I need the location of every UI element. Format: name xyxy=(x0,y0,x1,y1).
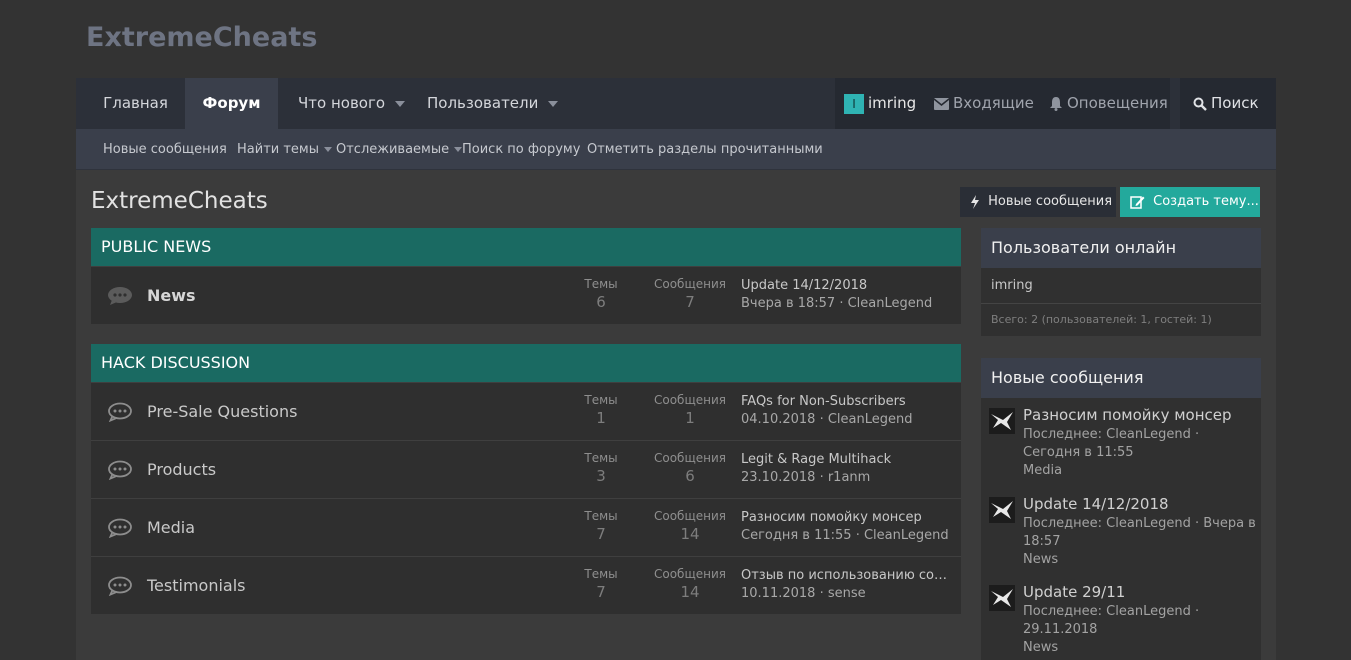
threads-stat: Темы 6 xyxy=(584,277,618,311)
user-area: I imring Входящие Оповещения xyxy=(835,78,1170,129)
create-thread-button[interactable]: Создать тему... xyxy=(1120,187,1260,217)
last-post-title[interactable]: Разносим помойку монсер xyxy=(741,510,956,525)
last-post: FAQs for Non-Subscribers 04.10.2018 · Cle… xyxy=(741,394,956,427)
page-title: ExtremeCheats xyxy=(91,188,268,214)
posts-stat: Сообщения 7 xyxy=(653,277,726,311)
last-post: Отзыв по использованию софт... 10.11.2018… xyxy=(741,568,956,601)
post-meta[interactable]: Последнее: CleanLegend · Вчера в 18:57 xyxy=(1023,515,1259,551)
category-public-news: PUBLIC NEWS News Темы 6 Сообщения 7 Update… xyxy=(91,228,961,324)
chat-bubble-outline-icon xyxy=(108,576,132,596)
chat-bubble-outline-icon xyxy=(108,460,132,480)
search-area: Поиск xyxy=(1180,78,1276,129)
new-posts-block: Новые сообщения Разносим помойку монсер … xyxy=(981,358,1261,660)
last-post: Разносим помойку монсер Сегодня в 11:55 ·… xyxy=(741,510,956,543)
new-posts-button[interactable]: Новые сообщения xyxy=(960,187,1116,217)
last-post: Legit & Rage Multihack 23.10.2018 · r1anm xyxy=(741,452,956,485)
last-post: Update 14/12/2018 Вчера в 18:57 · CleanLe… xyxy=(741,278,956,311)
subnav-find-threads[interactable]: Найти темы xyxy=(237,129,332,170)
envelope-icon xyxy=(934,97,949,110)
last-post-title[interactable]: Отзыв по использованию софт... xyxy=(741,568,956,583)
last-post-meta[interactable]: 23.10.2018 · r1anm xyxy=(741,470,956,485)
forum-row: News Темы 6 Сообщения 7 Update 14/12/2018 В… xyxy=(91,266,961,324)
chevron-down-icon[interactable] xyxy=(454,147,463,152)
posts-stat: Сообщения 1 xyxy=(653,393,726,427)
forum-row: Products Темы 3 Сообщения 6 Legit & Rage M… xyxy=(91,440,961,498)
last-post-meta[interactable]: 10.11.2018 · sense xyxy=(741,586,956,601)
bell-icon xyxy=(1050,97,1062,111)
last-post-meta[interactable]: Вчера в 18:57 · CleanLegend xyxy=(741,296,956,311)
subnav-new-posts[interactable]: Новые сообщения xyxy=(103,129,227,170)
online-users-block: Пользователи онлайн imring Всего: 2 (пол… xyxy=(981,228,1261,336)
last-post-title[interactable]: FAQs for Non-Subscribers xyxy=(741,394,956,409)
chevron-down-icon[interactable] xyxy=(324,147,332,152)
tab-whats-new[interactable]: Что нового xyxy=(298,78,408,129)
site-logo[interactable]: ExtremeCheats xyxy=(86,22,317,53)
forum-title[interactable]: Pre-Sale Questions xyxy=(147,383,297,441)
bolt-icon xyxy=(971,194,979,209)
post-forum[interactable]: News xyxy=(1023,551,1259,569)
threads-stat: Темы 1 xyxy=(584,393,618,427)
threads-stat: Темы 3 xyxy=(584,451,618,485)
post-meta[interactable]: Последнее: CleanLegend · Сегодня в 11:55 xyxy=(1023,426,1259,462)
avatar[interactable] xyxy=(989,497,1015,523)
forum-title[interactable]: News xyxy=(147,267,196,325)
posts-stat: Сообщения 14 xyxy=(653,567,726,601)
tab-members[interactable]: Пользователи xyxy=(427,78,567,129)
post-meta[interactable]: Последнее: CleanLegend · 29.11.2018 xyxy=(1023,603,1259,639)
forum-title[interactable]: Media xyxy=(147,499,195,557)
category-hack-discussion: HACK DISCUSSION Pre-Sale Questions Темы 1… xyxy=(91,344,961,614)
avatar[interactable] xyxy=(989,585,1015,611)
post-forum[interactable]: Media xyxy=(1023,462,1259,480)
top-nav: Главная Форум Что нового Пользователи I … xyxy=(76,78,1276,129)
alerts-link[interactable]: Оповещения xyxy=(1049,78,1168,129)
account-link[interactable]: imring xyxy=(868,78,916,129)
chat-bubble-icon xyxy=(108,287,132,305)
last-post-meta[interactable]: 04.10.2018 · CleanLegend xyxy=(741,412,956,427)
avatar[interactable] xyxy=(989,408,1015,434)
online-users-title[interactable]: Пользователи онлайн xyxy=(981,228,1261,268)
online-total: Всего: 2 (пользователей: 1, гостей: 1) xyxy=(991,313,1212,326)
online-user[interactable]: imring xyxy=(981,268,1261,304)
tab-forum[interactable]: Форум xyxy=(185,78,278,129)
avatar[interactable]: I xyxy=(844,94,864,114)
tab-home[interactable]: Главная xyxy=(86,78,185,129)
forum-row: Testimonials Темы 7 Сообщения 14 Отзыв по … xyxy=(91,556,961,614)
inbox-link[interactable]: Входящие xyxy=(934,78,1034,129)
forum-title[interactable]: Testimonials xyxy=(147,557,246,615)
subnav-watched[interactable]: Отслеживаемые xyxy=(336,129,463,170)
post-title[interactable]: Update 14/12/2018 xyxy=(1023,495,1259,513)
posts-stat: Сообщения 14 xyxy=(653,509,726,543)
forum-row: Pre-Sale Questions Темы 1 Сообщения 1 FAQs… xyxy=(91,382,961,440)
posts-stat: Сообщения 6 xyxy=(653,451,726,485)
last-post-meta[interactable]: Сегодня в 11:55 · CleanLegend xyxy=(741,528,956,543)
post-forum[interactable]: News xyxy=(1023,639,1259,657)
search-link[interactable]: Поиск xyxy=(1193,78,1259,129)
threads-stat: Темы 7 xyxy=(584,509,618,543)
sub-nav: Новые сообщения Найти темы Отслеживаемые… xyxy=(76,129,1276,170)
bird-logo-icon xyxy=(989,408,1015,434)
post-title[interactable]: Update 29/11 xyxy=(1023,583,1259,601)
last-post-title[interactable]: Update 14/12/2018 xyxy=(741,278,956,293)
subnav-mark-read[interactable]: Отметить разделы прочитанными xyxy=(587,129,823,170)
chat-bubble-outline-icon xyxy=(108,402,132,422)
category-title[interactable]: HACK DISCUSSION xyxy=(91,344,961,382)
forum-row: Media Темы 7 Сообщения 14 Разносим помойку… xyxy=(91,498,961,556)
new-posts-title[interactable]: Новые сообщения xyxy=(981,358,1261,398)
chat-bubble-outline-icon xyxy=(108,518,132,538)
category-title[interactable]: PUBLIC NEWS xyxy=(91,228,961,266)
subnav-search-forums[interactable]: Поиск по форуму xyxy=(462,129,580,170)
last-post-title[interactable]: Legit & Rage Multihack xyxy=(741,452,956,467)
chevron-down-icon[interactable] xyxy=(548,100,559,107)
bird-logo-icon xyxy=(989,585,1015,611)
bird-logo-icon xyxy=(989,497,1015,523)
post-title[interactable]: Разносим помойку монсер xyxy=(1023,406,1259,424)
main-container: Главная Форум Что нового Пользователи I … xyxy=(76,78,1276,660)
edit-icon xyxy=(1130,195,1145,209)
forum-title[interactable]: Products xyxy=(147,441,216,499)
chevron-down-icon[interactable] xyxy=(395,100,406,107)
search-icon xyxy=(1193,97,1207,111)
threads-stat: Темы 7 xyxy=(584,567,618,601)
